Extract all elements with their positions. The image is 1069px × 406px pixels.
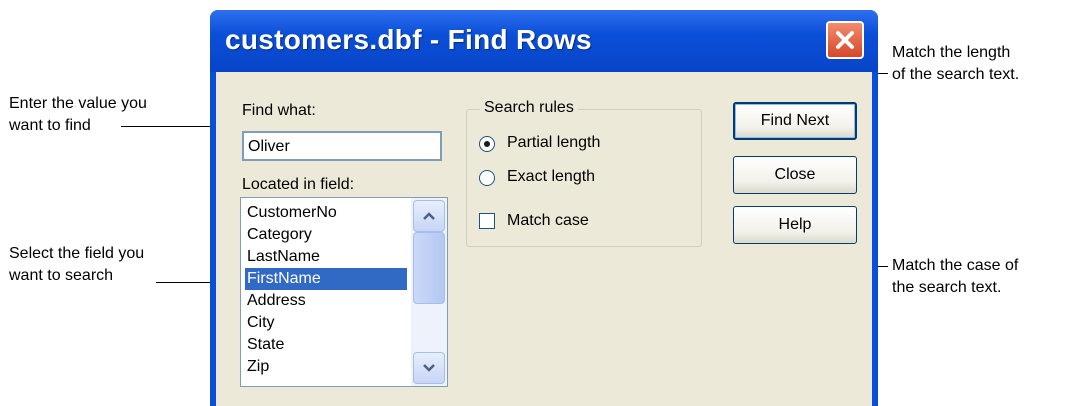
annotation-enter-value: Enter the value you want to find bbox=[9, 95, 147, 134]
annotation-match-case: Match the case of the search text. bbox=[892, 257, 1019, 296]
find-what-input[interactable]: Oliver bbox=[242, 131, 442, 161]
close-icon bbox=[836, 31, 854, 49]
close-window-button[interactable] bbox=[826, 21, 864, 59]
field-listbox[interactable]: CustomerNo Category LastName FirstName A… bbox=[240, 197, 448, 387]
partial-length-label[interactable]: Partial length bbox=[507, 134, 600, 152]
list-item[interactable]: State bbox=[245, 334, 407, 356]
search-rules-label: Search rules bbox=[480, 99, 578, 117]
title-bar[interactable]: customers.dbf - Find Rows bbox=[210, 10, 878, 72]
chevron-up-icon bbox=[423, 212, 435, 220]
help-button[interactable]: Help bbox=[733, 206, 857, 244]
partial-length-radio[interactable] bbox=[479, 136, 495, 152]
window-title: customers.dbf - Find Rows bbox=[225, 24, 592, 55]
list-item[interactable]: LastName bbox=[245, 246, 407, 268]
find-what-label: Find what: bbox=[242, 102, 316, 119]
exact-length-radio[interactable] bbox=[479, 170, 495, 186]
list-item[interactable]: CustomerNo bbox=[245, 202, 407, 224]
annotation-match-length: Match the length of the search text. bbox=[892, 44, 1020, 83]
list-item[interactable]: Zip bbox=[245, 356, 407, 378]
scroll-thumb[interactable] bbox=[413, 232, 445, 304]
exact-length-label[interactable]: Exact length bbox=[507, 168, 595, 186]
scroll-up-button[interactable] bbox=[413, 200, 445, 232]
located-in-field-label: Located in field: bbox=[242, 176, 355, 193]
match-case-checkbox[interactable] bbox=[479, 213, 495, 229]
chevron-down-icon bbox=[423, 364, 435, 372]
list-item[interactable]: Address bbox=[245, 290, 407, 312]
find-rows-dialog: customers.dbf - Find Rows Find what: Oli… bbox=[210, 10, 878, 406]
dialog-body: Find what: Oliver Located in field: Cust… bbox=[216, 72, 872, 406]
radio-selected-dot bbox=[484, 141, 490, 147]
scroll-down-button[interactable] bbox=[413, 352, 445, 384]
list-item[interactable]: Category bbox=[245, 224, 407, 246]
find-next-button[interactable]: Find Next bbox=[733, 102, 857, 140]
list-item[interactable]: City bbox=[245, 312, 407, 334]
annotation-select-field: Select the field you want to search bbox=[9, 245, 145, 284]
list-item-selected[interactable]: FirstName bbox=[245, 268, 407, 290]
listbox-scrollbar[interactable] bbox=[411, 198, 447, 386]
match-case-label[interactable]: Match case bbox=[507, 212, 589, 230]
close-button[interactable]: Close bbox=[733, 156, 857, 194]
